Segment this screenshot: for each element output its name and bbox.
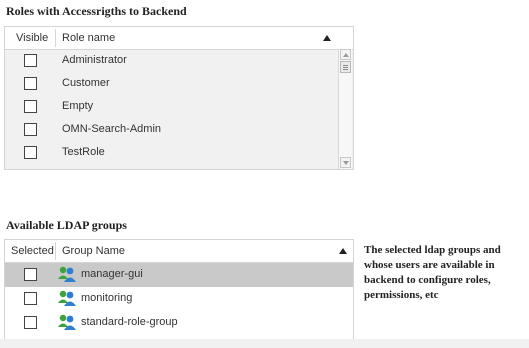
arrow-down-icon	[343, 161, 349, 165]
ldap-groups-table: Selected Group Name manager-gui monitori…	[4, 239, 354, 343]
visible-checkbox[interactable]	[24, 146, 37, 159]
roles-table-header: Visible Role name	[5, 27, 353, 50]
visible-checkbox[interactable]	[24, 54, 37, 67]
arrow-up-icon	[343, 53, 349, 57]
table-row[interactable]: standard-role-group	[5, 311, 353, 335]
ldap-section-title: Available LDAP groups	[6, 218, 127, 232]
column-header-visible[interactable]: Visible	[16, 27, 48, 49]
grip-line	[343, 67, 348, 68]
table-row[interactable]: manager-gui	[5, 263, 353, 287]
table-row[interactable]: Customer	[5, 72, 340, 95]
table-row[interactable]: Administrator	[5, 49, 340, 72]
user-group-icon	[58, 314, 76, 330]
visible-checkbox[interactable]	[24, 100, 37, 113]
selected-checkbox[interactable]	[24, 292, 37, 305]
sort-ascending-icon[interactable]	[339, 248, 347, 254]
role-name: Customer	[62, 77, 110, 89]
sort-ascending-icon[interactable]	[323, 35, 331, 41]
role-name: TestRole	[62, 146, 105, 158]
user-group-icon	[58, 266, 76, 282]
roles-table: Visible Role name Administrator Customer…	[4, 26, 354, 170]
role-name: OMN-Search-Admin	[62, 123, 162, 135]
footer-band	[0, 339, 529, 348]
group-name: standard-role-group	[81, 316, 178, 328]
column-header-selected[interactable]: Selected	[11, 240, 54, 262]
column-separator[interactable]	[55, 29, 56, 47]
group-name: manager-gui	[81, 268, 143, 280]
grip-line	[343, 69, 348, 70]
selected-checkbox[interactable]	[24, 268, 37, 281]
scroll-up-button[interactable]	[340, 49, 351, 60]
scroll-thumb[interactable]	[340, 61, 351, 73]
table-row[interactable]: Empty	[5, 95, 340, 118]
role-name: Administrator	[62, 54, 127, 66]
table-row[interactable]: TestRole	[5, 141, 340, 164]
vertical-scrollbar[interactable]	[338, 49, 352, 169]
column-separator[interactable]	[55, 242, 56, 260]
visible-checkbox[interactable]	[24, 123, 37, 136]
group-name: monitoring	[81, 292, 133, 304]
user-group-icon	[58, 290, 76, 306]
selected-checkbox[interactable]	[24, 316, 37, 329]
role-name: Empty	[62, 100, 94, 112]
table-row[interactable]: OMN-Search-Admin	[5, 118, 340, 141]
scroll-down-button[interactable]	[340, 157, 351, 168]
ldap-help-text: The selected ldap groups and whose users…	[364, 244, 501, 301]
column-header-group-name[interactable]: Group Name	[62, 240, 125, 262]
ldap-table-header: Selected Group Name	[5, 240, 353, 263]
roles-section-title: Roles with Accessrigths to Backend	[6, 4, 187, 18]
table-row[interactable]: monitoring	[5, 287, 353, 311]
column-header-role-name[interactable]: Role name	[62, 27, 115, 49]
grip-line	[343, 65, 348, 66]
visible-checkbox[interactable]	[24, 77, 37, 90]
